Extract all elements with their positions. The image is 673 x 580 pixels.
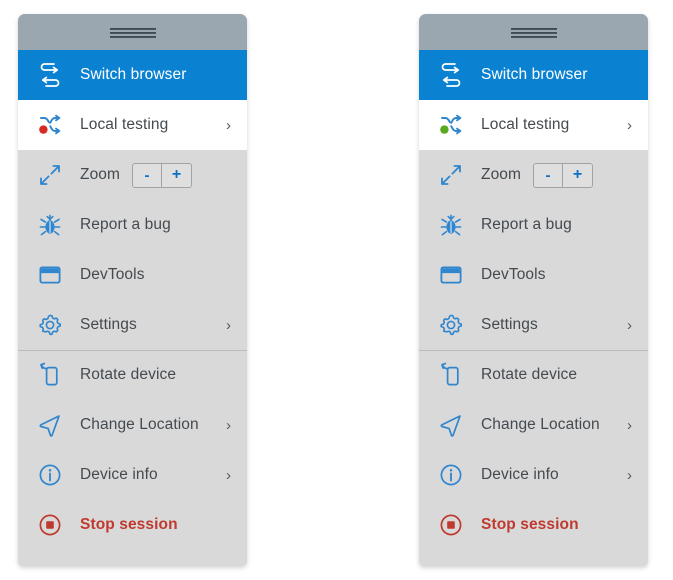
location-arrow-icon bbox=[36, 411, 64, 439]
menu-item-change-location[interactable]: Change Location › bbox=[18, 400, 247, 450]
menu-item-label: Change Location bbox=[481, 416, 600, 433]
menu-item-label: Switch browser bbox=[80, 66, 187, 83]
menu-item-label: Local testing bbox=[80, 116, 169, 133]
menu-item-label: Device info bbox=[80, 466, 158, 483]
menu-item-label: Zoom bbox=[481, 166, 522, 183]
info-circle-icon bbox=[36, 461, 64, 489]
menu-item-label: Device info bbox=[481, 466, 559, 483]
gear-icon bbox=[36, 311, 64, 339]
gear-icon bbox=[437, 311, 465, 339]
chevron-right-icon: › bbox=[226, 466, 231, 484]
menu-item-zoom[interactable]: Zoom - + bbox=[18, 150, 247, 200]
menu-item-label: Report a bug bbox=[481, 216, 572, 233]
zoom-expand-icon bbox=[36, 161, 64, 189]
panel-menu: Switch browser Local testing › Zoom - + Report… bbox=[18, 50, 247, 566]
menu-item-devtools[interactable]: DevTools bbox=[18, 250, 247, 300]
panel-menu: Switch browser Local testing › Zoom - + Report… bbox=[419, 50, 648, 566]
menu-item-rotate-device[interactable]: Rotate device bbox=[18, 350, 247, 400]
chevron-right-icon: › bbox=[226, 316, 231, 334]
menu-item-label: Local testing bbox=[481, 116, 570, 133]
menu-item-local-testing[interactable]: Local testing › bbox=[18, 100, 247, 150]
menu-item-rotate-device[interactable]: Rotate device bbox=[419, 350, 648, 400]
panel-titlebar[interactable] bbox=[18, 14, 247, 50]
menu-item-label: Stop session bbox=[481, 516, 579, 533]
menu-item-device-info[interactable]: Device info › bbox=[18, 450, 247, 500]
chevron-right-icon: › bbox=[627, 116, 632, 134]
menu-item-label: Settings bbox=[80, 316, 137, 333]
drag-handle-icon[interactable] bbox=[109, 24, 156, 40]
chevron-right-icon: › bbox=[627, 316, 632, 334]
menu-item-label: Rotate device bbox=[481, 366, 578, 383]
menu-item-label: Rotate device bbox=[80, 366, 177, 383]
menu-item-report-a-bug[interactable]: Report a bug bbox=[419, 200, 648, 250]
bug-icon bbox=[437, 211, 465, 239]
switch-browser-icon bbox=[36, 61, 64, 89]
zoom-in-button[interactable]: + bbox=[162, 164, 191, 187]
zoom-expand-icon bbox=[437, 161, 465, 189]
menu-item-settings[interactable]: Settings › bbox=[18, 300, 247, 350]
menu-item-device-info[interactable]: Device info › bbox=[419, 450, 648, 500]
menu-item-label: DevTools bbox=[481, 266, 546, 283]
panel-titlebar[interactable] bbox=[419, 14, 648, 50]
menu-item-zoom[interactable]: Zoom - + bbox=[419, 150, 648, 200]
stop-session-icon bbox=[437, 511, 465, 539]
menu-item-label: Switch browser bbox=[481, 66, 588, 83]
rotate-device-icon bbox=[437, 361, 465, 389]
devtools-window-icon bbox=[36, 261, 64, 289]
zoom-in-button[interactable]: + bbox=[563, 164, 592, 187]
menu-item-local-testing[interactable]: Local testing › bbox=[419, 100, 648, 150]
local-testing-icon bbox=[36, 111, 64, 139]
rotate-device-icon bbox=[36, 361, 64, 389]
menu-item-switch-browser[interactable]: Switch browser bbox=[419, 50, 648, 100]
bug-icon bbox=[36, 211, 64, 239]
menu-item-label: Zoom bbox=[80, 166, 121, 183]
drag-handle-icon[interactable] bbox=[510, 24, 557, 40]
location-arrow-icon bbox=[437, 411, 465, 439]
local-testing-icon bbox=[437, 111, 465, 139]
chevron-right-icon: › bbox=[226, 116, 231, 134]
menu-item-report-a-bug[interactable]: Report a bug bbox=[18, 200, 247, 250]
switch-browser-icon bbox=[437, 61, 465, 89]
zoom-stepper: - + bbox=[533, 162, 594, 188]
menu-item-change-location[interactable]: Change Location › bbox=[419, 400, 648, 450]
panels-container: Switch browser Local testing › Zoom - + Report… bbox=[0, 0, 673, 580]
menu-item-label: Report a bug bbox=[80, 216, 171, 233]
chevron-right-icon: › bbox=[627, 466, 632, 484]
info-circle-icon bbox=[437, 461, 465, 489]
menu-item-devtools[interactable]: DevTools bbox=[419, 250, 648, 300]
menu-item-label: DevTools bbox=[80, 266, 145, 283]
zoom-stepper: - + bbox=[132, 162, 193, 188]
menu-item-settings[interactable]: Settings › bbox=[419, 300, 648, 350]
chevron-right-icon: › bbox=[627, 416, 632, 434]
menu-item-stop-session[interactable]: Stop session bbox=[419, 500, 648, 550]
menu-item-switch-browser[interactable]: Switch browser bbox=[18, 50, 247, 100]
menu-item-label: Settings bbox=[481, 316, 538, 333]
panel-local-testing-on: Switch browser Local testing › Zoom - + Report… bbox=[419, 14, 648, 566]
stop-session-icon bbox=[36, 511, 64, 539]
zoom-out-button[interactable]: - bbox=[534, 163, 564, 187]
devtools-window-icon bbox=[437, 261, 465, 289]
chevron-right-icon: › bbox=[226, 416, 231, 434]
menu-item-label: Stop session bbox=[80, 516, 178, 533]
menu-item-stop-session[interactable]: Stop session bbox=[18, 500, 247, 550]
zoom-out-button[interactable]: - bbox=[133, 163, 163, 187]
panel-local-testing-off: Switch browser Local testing › Zoom - + Report… bbox=[18, 14, 247, 566]
menu-item-label: Change Location bbox=[80, 416, 199, 433]
